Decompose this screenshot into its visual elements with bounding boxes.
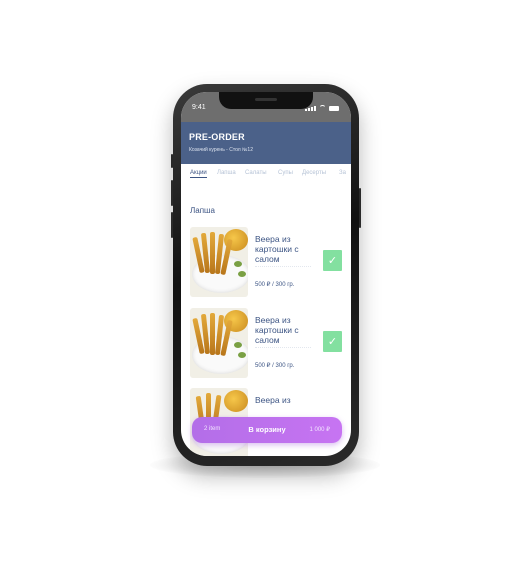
dish-price: 500 ₽ bbox=[255, 282, 271, 288]
restaurant-table-subtitle: Козачий курень - Стол №12 bbox=[189, 147, 253, 153]
volume-up-button bbox=[171, 180, 173, 206]
dish-price-weight: 500 ₽ / 300 гр. bbox=[255, 282, 295, 288]
check-icon: ✓ bbox=[327, 255, 338, 267]
speaker bbox=[255, 98, 277, 101]
app-screen: 9:41 PRE-ORDER Козачий курень - Стол №12… bbox=[181, 92, 351, 456]
phone-frame: 9:41 PRE-ORDER Козачий курень - Стол №12… bbox=[171, 84, 361, 466]
dish-weight: 300 гр. bbox=[275, 363, 295, 369]
dish-price-weight: 500 ₽ / 300 гр. bbox=[255, 363, 295, 369]
app-header: PRE-ORDER Козачий курень - Стол №12 bbox=[181, 122, 351, 164]
dish-description-placeholder bbox=[255, 347, 311, 351]
dish-photo bbox=[190, 308, 248, 378]
menu-item-card[interactable]: Веера из картошки с салом 500 ₽ / 300 гр… bbox=[190, 227, 342, 299]
mute-switch bbox=[171, 154, 173, 168]
dish-weight: 300 гр. bbox=[275, 282, 295, 288]
status-bar: 9:41 bbox=[181, 92, 351, 122]
tab-promo[interactable]: Акции bbox=[190, 170, 207, 178]
section-title: Лапша bbox=[190, 206, 215, 215]
selected-checkbox[interactable]: ✓ bbox=[323, 250, 342, 271]
dish-photo bbox=[190, 227, 248, 297]
volume-down-button bbox=[171, 212, 173, 238]
dish-name: Веера из картошки с салом bbox=[255, 234, 299, 264]
page-title: PRE-ORDER bbox=[189, 132, 245, 142]
signal-icon bbox=[305, 106, 316, 111]
notch bbox=[219, 92, 313, 109]
dish-description-placeholder bbox=[255, 266, 311, 270]
menu-item-card[interactable]: Веера из картошки с салом 500 ₽ / 300 гр… bbox=[190, 308, 342, 380]
tab-desserts[interactable]: Десерты bbox=[302, 170, 326, 176]
selected-checkbox[interactable]: ✓ bbox=[323, 331, 342, 352]
check-icon: ✓ bbox=[327, 336, 338, 348]
status-time: 9:41 bbox=[192, 104, 206, 111]
tab-more[interactable]: За bbox=[339, 170, 346, 176]
dish-name: Веера из картошки с салом bbox=[255, 315, 299, 345]
status-icons bbox=[305, 105, 339, 111]
tab-soups[interactable]: Супы bbox=[278, 170, 293, 176]
dish-price: 500 ₽ bbox=[255, 363, 271, 369]
cart-total: 1 000 ₽ bbox=[309, 427, 331, 433]
category-tabs: Акции Лапша Салаты Супы Десерты За bbox=[181, 170, 351, 184]
dish-name: Веера из bbox=[255, 395, 291, 405]
power-button bbox=[359, 188, 361, 228]
add-to-cart-button[interactable]: 2 item В корзину 1 000 ₽ bbox=[192, 417, 342, 443]
tab-salads[interactable]: Салаты bbox=[245, 170, 267, 176]
battery-icon bbox=[329, 106, 339, 111]
tab-noodles[interactable]: Лапша bbox=[217, 170, 236, 176]
wifi-icon bbox=[319, 105, 326, 111]
